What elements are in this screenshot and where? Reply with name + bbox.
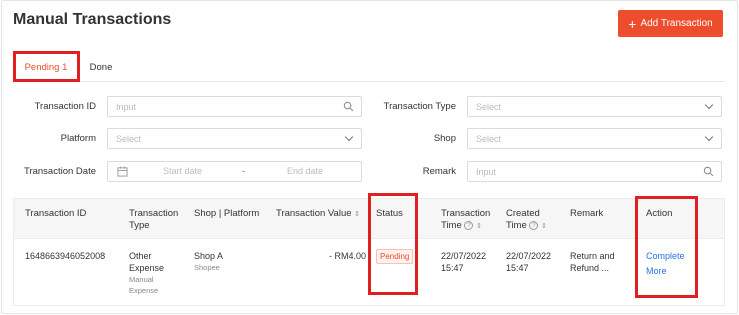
plus-icon: +	[628, 15, 637, 32]
transaction-type-placeholder: Select	[476, 101, 502, 112]
col-transaction-id: Transaction ID	[25, 208, 87, 219]
col-transaction-value[interactable]: Transaction Value ⇕	[276, 208, 360, 221]
col-transaction-time[interactable]: Transaction Time ? ⇕	[441, 208, 490, 233]
shop-label: Shop	[433, 133, 456, 144]
sort-icon[interactable]: ⇕	[354, 211, 360, 218]
col-transaction-value-label: Transaction Value	[276, 208, 352, 219]
transaction-date-range[interactable]: Start date - End date	[107, 161, 362, 182]
transaction-type-label: Transaction Type	[383, 101, 456, 112]
tab-bar: Pending 1 Done	[13, 52, 725, 82]
sort-icon[interactable]: ⇕	[541, 223, 547, 230]
col-transaction-type-line1: Transaction	[129, 208, 179, 219]
page-title: Manual Transactions	[13, 11, 172, 28]
col-transaction-type: Transaction Type	[129, 208, 178, 232]
cell-transaction-type: Other Expense Manual Expense	[129, 250, 164, 296]
add-transaction-button[interactable]: + Add Transaction	[618, 10, 723, 37]
shop-select[interactable]: Select	[467, 128, 722, 149]
platform-label: Platform	[60, 133, 96, 144]
transaction-id-label: Transaction ID	[34, 101, 96, 112]
tab-done[interactable]: Done	[79, 52, 123, 82]
cell-transaction-clock: 15:47	[441, 263, 464, 273]
cell-platform: Shopee	[194, 263, 220, 272]
remark-placeholder: Input	[476, 166, 497, 177]
transaction-id-placeholder: Input	[116, 101, 137, 112]
end-date-input[interactable]: End date	[287, 166, 323, 176]
transaction-type-select[interactable]: Select	[467, 96, 722, 117]
cell-remark: Return and Refund ...	[570, 250, 615, 274]
calendar-icon	[117, 166, 128, 177]
remark-input[interactable]: Input	[467, 161, 722, 182]
cell-remark-line1: Return and	[570, 251, 615, 261]
col-shop-platform: Shop | Platform	[194, 208, 260, 219]
chevron-down-icon	[704, 100, 714, 110]
start-date-input[interactable]: Start date	[163, 166, 202, 176]
col-remark: Remark	[570, 208, 604, 219]
col-created-time-line1: Created	[506, 208, 540, 219]
cell-type-sub2: Expense	[129, 286, 159, 295]
platform-select[interactable]: Select	[107, 128, 362, 149]
platform-placeholder: Select	[116, 133, 142, 144]
cell-shop: Shop A	[194, 251, 224, 261]
cell-type-line1: Other	[129, 251, 152, 261]
add-transaction-label: Add Transaction	[640, 18, 713, 29]
cell-remark-line2: Refund ...	[570, 263, 610, 273]
col-created-time-line2: Time	[506, 220, 527, 231]
help-icon[interactable]: ?	[464, 221, 474, 230]
search-icon	[343, 101, 354, 112]
cell-type-line2: Expense	[129, 263, 165, 273]
search-icon	[703, 166, 714, 177]
shop-placeholder: Select	[476, 133, 502, 144]
highlight-action-column	[635, 196, 698, 298]
cell-created-time: 22/07/2022 15:47	[506, 250, 551, 274]
col-created-time[interactable]: Created Time ? ⇕	[506, 208, 547, 233]
highlight-status-column	[368, 193, 418, 295]
highlight-pending-tab	[13, 51, 80, 82]
chevron-down-icon	[344, 132, 354, 142]
cell-transaction-time: 22/07/2022 15:47	[441, 250, 486, 274]
remark-label: Remark	[422, 166, 456, 177]
col-transaction-type-line2: Type	[129, 220, 150, 231]
cell-type-sub1: Manual	[129, 275, 154, 284]
date-separator: -	[242, 166, 245, 176]
cell-created-date: 22/07/2022	[506, 251, 552, 261]
col-transaction-time-line1: Transaction	[441, 208, 491, 219]
transaction-id-input[interactable]: Input	[107, 96, 362, 117]
cell-created-clock: 15:47	[506, 263, 529, 273]
cell-shop-platform: Shop A Shopee	[194, 250, 223, 273]
sort-icon[interactable]: ⇕	[476, 223, 482, 230]
transaction-date-label: Transaction Date	[24, 166, 96, 177]
help-icon[interactable]: ?	[529, 221, 539, 230]
cell-transaction-date: 22/07/2022	[441, 251, 487, 261]
chevron-down-icon	[704, 132, 714, 142]
cell-transaction-id: 1648663946052008	[25, 251, 106, 261]
col-transaction-time-line2: Time	[441, 220, 462, 231]
cell-transaction-value: - RM4.00	[328, 251, 366, 261]
